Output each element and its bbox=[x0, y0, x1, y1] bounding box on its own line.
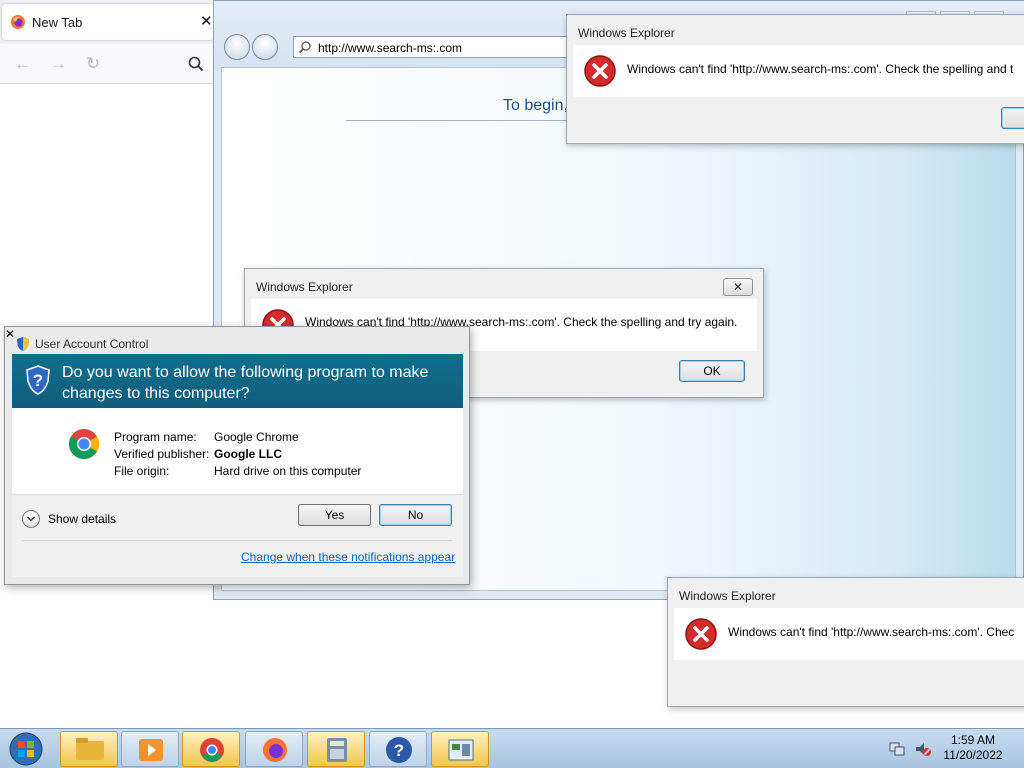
error-icon bbox=[685, 618, 717, 650]
taskbar-help[interactable]: ? bbox=[369, 731, 427, 767]
uac-shield-icon bbox=[17, 337, 29, 351]
taskbar-explorer[interactable] bbox=[60, 731, 118, 767]
chevron-down-icon[interactable] bbox=[22, 510, 40, 528]
firefox-tab-strip: New Tab ✕ bbox=[0, 0, 214, 44]
uac-footer: Show details Yes No Change when these no… bbox=[12, 494, 463, 577]
search-icon[interactable] bbox=[188, 56, 204, 72]
file-origin-value: Hard drive on this computer bbox=[214, 464, 362, 478]
windows-start-button-icon[interactable] bbox=[4, 731, 48, 767]
publisher-value: Google LLC bbox=[214, 447, 282, 461]
ok-button[interactable]: OK bbox=[679, 360, 745, 382]
dialog-title: Windows Explorer bbox=[578, 26, 675, 40]
explorer-error-dialog-1: Windows Explorer Windows can't find 'htt… bbox=[566, 14, 1024, 144]
help-icon: ? bbox=[386, 737, 412, 763]
taskbar-chrome[interactable] bbox=[182, 731, 240, 767]
control-panel-icon bbox=[448, 739, 474, 761]
footer-divider bbox=[22, 540, 452, 541]
error-message: Windows can't find 'http://www.search-ms… bbox=[728, 625, 1015, 639]
file-origin-label: File origin: bbox=[114, 464, 170, 478]
uac-dialog: User Account Control ✕ ? Do you want to … bbox=[4, 326, 470, 585]
uac-title: User Account Control bbox=[35, 337, 149, 351]
dialog-body: Windows can't find 'http://www.search-ms… bbox=[573, 45, 1024, 97]
ie-back-button[interactable] bbox=[224, 34, 250, 60]
volume-muted-icon[interactable] bbox=[914, 741, 932, 757]
chevron-down-glyph bbox=[26, 516, 36, 522]
firefox-tab-new-tab[interactable]: New Tab ✕ bbox=[2, 4, 214, 40]
explorer-error-dialog-3: Windows Explorer Windows can't find 'htt… bbox=[667, 577, 1024, 707]
firefox-tab-title: New Tab bbox=[32, 15, 83, 30]
dialog-title: Windows Explorer bbox=[679, 589, 776, 603]
search-icon bbox=[298, 41, 311, 54]
folder-icon bbox=[76, 738, 104, 760]
ie-address-bar[interactable]: http://www.search-ms:.com bbox=[293, 36, 573, 58]
google-chrome-logo-icon bbox=[68, 429, 100, 460]
forward-arrow-icon[interactable]: → bbox=[50, 54, 67, 74]
ie-page-divider bbox=[346, 120, 576, 121]
dialog-body: Windows can't find 'http://www.search-ms… bbox=[674, 608, 1024, 660]
close-tab-icon[interactable]: ✕ bbox=[200, 12, 213, 30]
firefox-nav-bar: ← → ↻ bbox=[0, 44, 214, 84]
clock-date: 11/20/2022 bbox=[943, 748, 1003, 762]
uac-header: ? Do you want to allow the following pro… bbox=[12, 354, 463, 408]
error-icon bbox=[584, 55, 616, 87]
ok-button[interactable] bbox=[1001, 107, 1024, 129]
firefox-icon bbox=[263, 738, 287, 762]
reload-icon[interactable]: ↻ bbox=[86, 54, 100, 74]
error-message: Windows can't find 'http://www.search-ms… bbox=[627, 62, 1014, 76]
dialog-title: Windows Explorer bbox=[256, 280, 353, 294]
back-arrow-icon[interactable]: ← bbox=[14, 54, 31, 74]
clock-time: 1:59 AM bbox=[950, 733, 996, 747]
taskbar-media-player[interactable] bbox=[121, 731, 179, 767]
taskbar-control-panel[interactable] bbox=[431, 731, 489, 767]
media-player-icon bbox=[139, 739, 163, 761]
uac-question-shield-icon: ? bbox=[26, 365, 50, 395]
no-button[interactable]: No bbox=[379, 504, 452, 526]
taskbar-calculator[interactable] bbox=[307, 731, 365, 767]
calculator-icon bbox=[327, 738, 347, 762]
svg-text:?: ? bbox=[33, 371, 43, 390]
close-icon[interactable]: ✕ bbox=[723, 278, 753, 296]
taskbar-firefox[interactable] bbox=[245, 731, 303, 767]
network-icon[interactable] bbox=[888, 741, 906, 757]
program-name-value: Google Chrome bbox=[214, 430, 299, 444]
publisher-label: Verified publisher: bbox=[114, 447, 210, 461]
program-name-label: Program name: bbox=[114, 430, 197, 444]
firefox-logo-icon bbox=[11, 15, 25, 29]
yes-button[interactable]: Yes bbox=[298, 504, 371, 526]
uac-details-body: Program name: Google Chrome Verified pub… bbox=[12, 408, 463, 494]
change-notifications-link[interactable]: Change when these notifications appear bbox=[241, 550, 455, 564]
svg-text:?: ? bbox=[394, 741, 404, 760]
ie-address-text: http://www.search-ms:.com bbox=[318, 41, 463, 55]
uac-question: Do you want to allow the following progr… bbox=[62, 364, 429, 402]
ie-forward-button[interactable] bbox=[252, 34, 278, 60]
google-chrome-icon bbox=[200, 738, 224, 762]
show-details-button[interactable]: Show details bbox=[48, 512, 116, 526]
clock[interactable]: 1:59 AM 11/20/2022 bbox=[940, 733, 1006, 763]
ie-to-begin-text: To begin, bbox=[503, 97, 568, 114]
taskbar: ? 1:59 AM 11/20/2022 bbox=[0, 728, 1024, 768]
